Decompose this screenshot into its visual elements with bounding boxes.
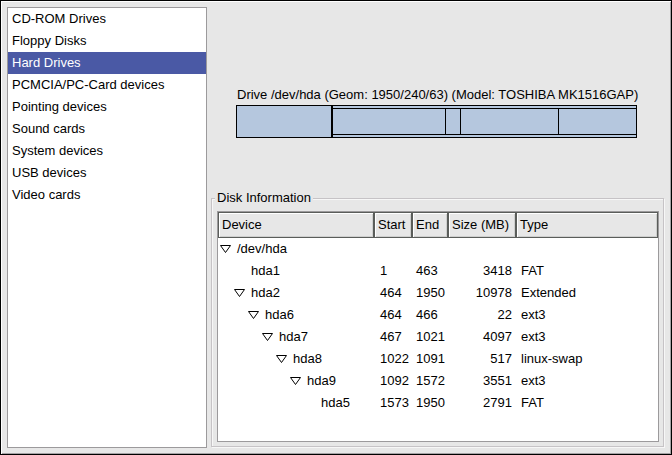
device-name: hda9 [307, 370, 336, 392]
cell-start: 1 [375, 260, 413, 282]
cell-size: 10978 [449, 282, 517, 304]
cell-start: 1573 [375, 392, 413, 414]
cell-end: 1091 [413, 348, 449, 370]
sidebar-item-system-devices[interactable]: System devices [8, 140, 206, 162]
cell-size: 517 [449, 348, 517, 370]
cell-device: hda6 [218, 304, 375, 326]
device-name: hda1 [251, 260, 280, 282]
cell-size: 22 [449, 304, 517, 326]
partition-row-hda1[interactable]: hda1 14633418FAT [218, 260, 658, 282]
partition-table: DeviceStartEndSize (MB)Type /dev/hdahda1… [217, 211, 659, 442]
device-name: hda2 [251, 282, 280, 304]
cell-end: 463 [413, 260, 449, 282]
cell-end: 1950 [413, 282, 449, 304]
cell-size: 2791 [449, 392, 517, 414]
cell-size: 3551 [449, 370, 517, 392]
partition-row-hda5[interactable]: hda5 157319502791FAT [218, 392, 658, 414]
partition-row-hda6[interactable]: hda6 46446622ext3 [218, 304, 658, 326]
cell-device: hda1 [218, 260, 375, 282]
partition-row--dev-hda[interactable]: /dev/hda [218, 238, 658, 260]
column-header-start[interactable]: Start [374, 212, 412, 238]
partition-row-hda2[interactable]: hda2 464195010978Extended [218, 282, 658, 304]
cell-type: linux-swap [517, 348, 658, 370]
column-header-type[interactable]: Type [516, 212, 658, 238]
cell-start: 464 [375, 282, 413, 304]
expander-icon[interactable] [290, 377, 301, 385]
device-name: /dev/hda [237, 238, 287, 260]
sidebar-item-pointing-devices[interactable]: Pointing devices [8, 96, 206, 118]
cell-size: 4097 [449, 326, 517, 348]
sidebar-item-video-cards[interactable]: Video cards [8, 184, 206, 206]
cell-end: 466 [413, 304, 449, 326]
device-name: hda5 [321, 392, 350, 414]
cell-end: 1572 [413, 370, 449, 392]
cell-device: hda2 [218, 282, 375, 304]
device-name: hda8 [293, 348, 322, 370]
column-header-end[interactable]: End [412, 212, 448, 238]
device-category-list: CD-ROM DrivesFloppy DisksHard DrivesPCMC… [7, 7, 207, 448]
cell-type [517, 238, 658, 260]
expander-icon[interactable] [276, 355, 287, 363]
sidebar-item-floppy-disks[interactable]: Floppy Disks [8, 30, 206, 52]
cell-start: 1092 [375, 370, 413, 392]
cell-type: ext3 [517, 326, 658, 348]
cell-type: ext3 [517, 370, 658, 392]
hardware-browser-window: CD-ROM DrivesFloppy DisksHard DrivesPCMC… [0, 0, 672, 455]
sidebar-item-cd-rom-drives[interactable]: CD-ROM Drives [8, 8, 206, 30]
sidebar-item-sound-cards[interactable]: Sound cards [8, 118, 206, 140]
cell-start: 1022 [375, 348, 413, 370]
expander-icon[interactable] [220, 245, 231, 253]
sidebar-item-usb-devices[interactable]: USB devices [8, 162, 206, 184]
cell-end: 1021 [413, 326, 449, 348]
cell-size [449, 238, 517, 260]
sidebar-item-hard-drives[interactable]: Hard Drives [8, 52, 206, 74]
cell-end: 1950 [413, 392, 449, 414]
disk-information-title: Disk Information [215, 191, 313, 205]
partition-row-hda7[interactable]: hda7 46710214097ext3 [218, 326, 658, 348]
cell-start [375, 238, 413, 260]
cell-device: hda9 [218, 370, 375, 392]
cell-device: hda8 [218, 348, 375, 370]
partition-table-header: DeviceStartEndSize (MB)Type [218, 212, 658, 238]
drive-partition-bar [236, 105, 637, 138]
cell-device: /dev/hda [218, 238, 375, 260]
cell-start: 467 [375, 326, 413, 348]
sidebar-item-pcmcia-pc-card-devices[interactable]: PCMCIA/PC-Card devices [8, 74, 206, 96]
drive-description-label: Drive /dev/hda (Geom: 1950/240/63) (Mode… [237, 87, 638, 102]
cell-type: Extended [517, 282, 658, 304]
expander-icon[interactable] [248, 311, 259, 319]
partition-table-body: /dev/hdahda114633418FAThda2464195010978E… [218, 238, 658, 414]
expander-icon[interactable] [262, 333, 273, 341]
cell-size: 3418 [449, 260, 517, 282]
device-name: hda7 [279, 326, 308, 348]
partition-row-hda8[interactable]: hda8 10221091517linux-swap [218, 348, 658, 370]
cell-type: FAT [517, 260, 658, 282]
partition-row-hda9[interactable]: hda9 109215723551ext3 [218, 370, 658, 392]
cell-type: FAT [517, 392, 658, 414]
device-name: hda6 [265, 304, 294, 326]
cell-device: hda7 [218, 326, 375, 348]
cell-end [413, 238, 449, 260]
cell-type: ext3 [517, 304, 658, 326]
column-header-device[interactable]: Device [218, 212, 374, 238]
cell-start: 464 [375, 304, 413, 326]
expander-icon[interactable] [234, 289, 245, 297]
column-header-size-mb-[interactable]: Size (MB) [448, 212, 516, 238]
cell-device: hda5 [218, 392, 375, 414]
